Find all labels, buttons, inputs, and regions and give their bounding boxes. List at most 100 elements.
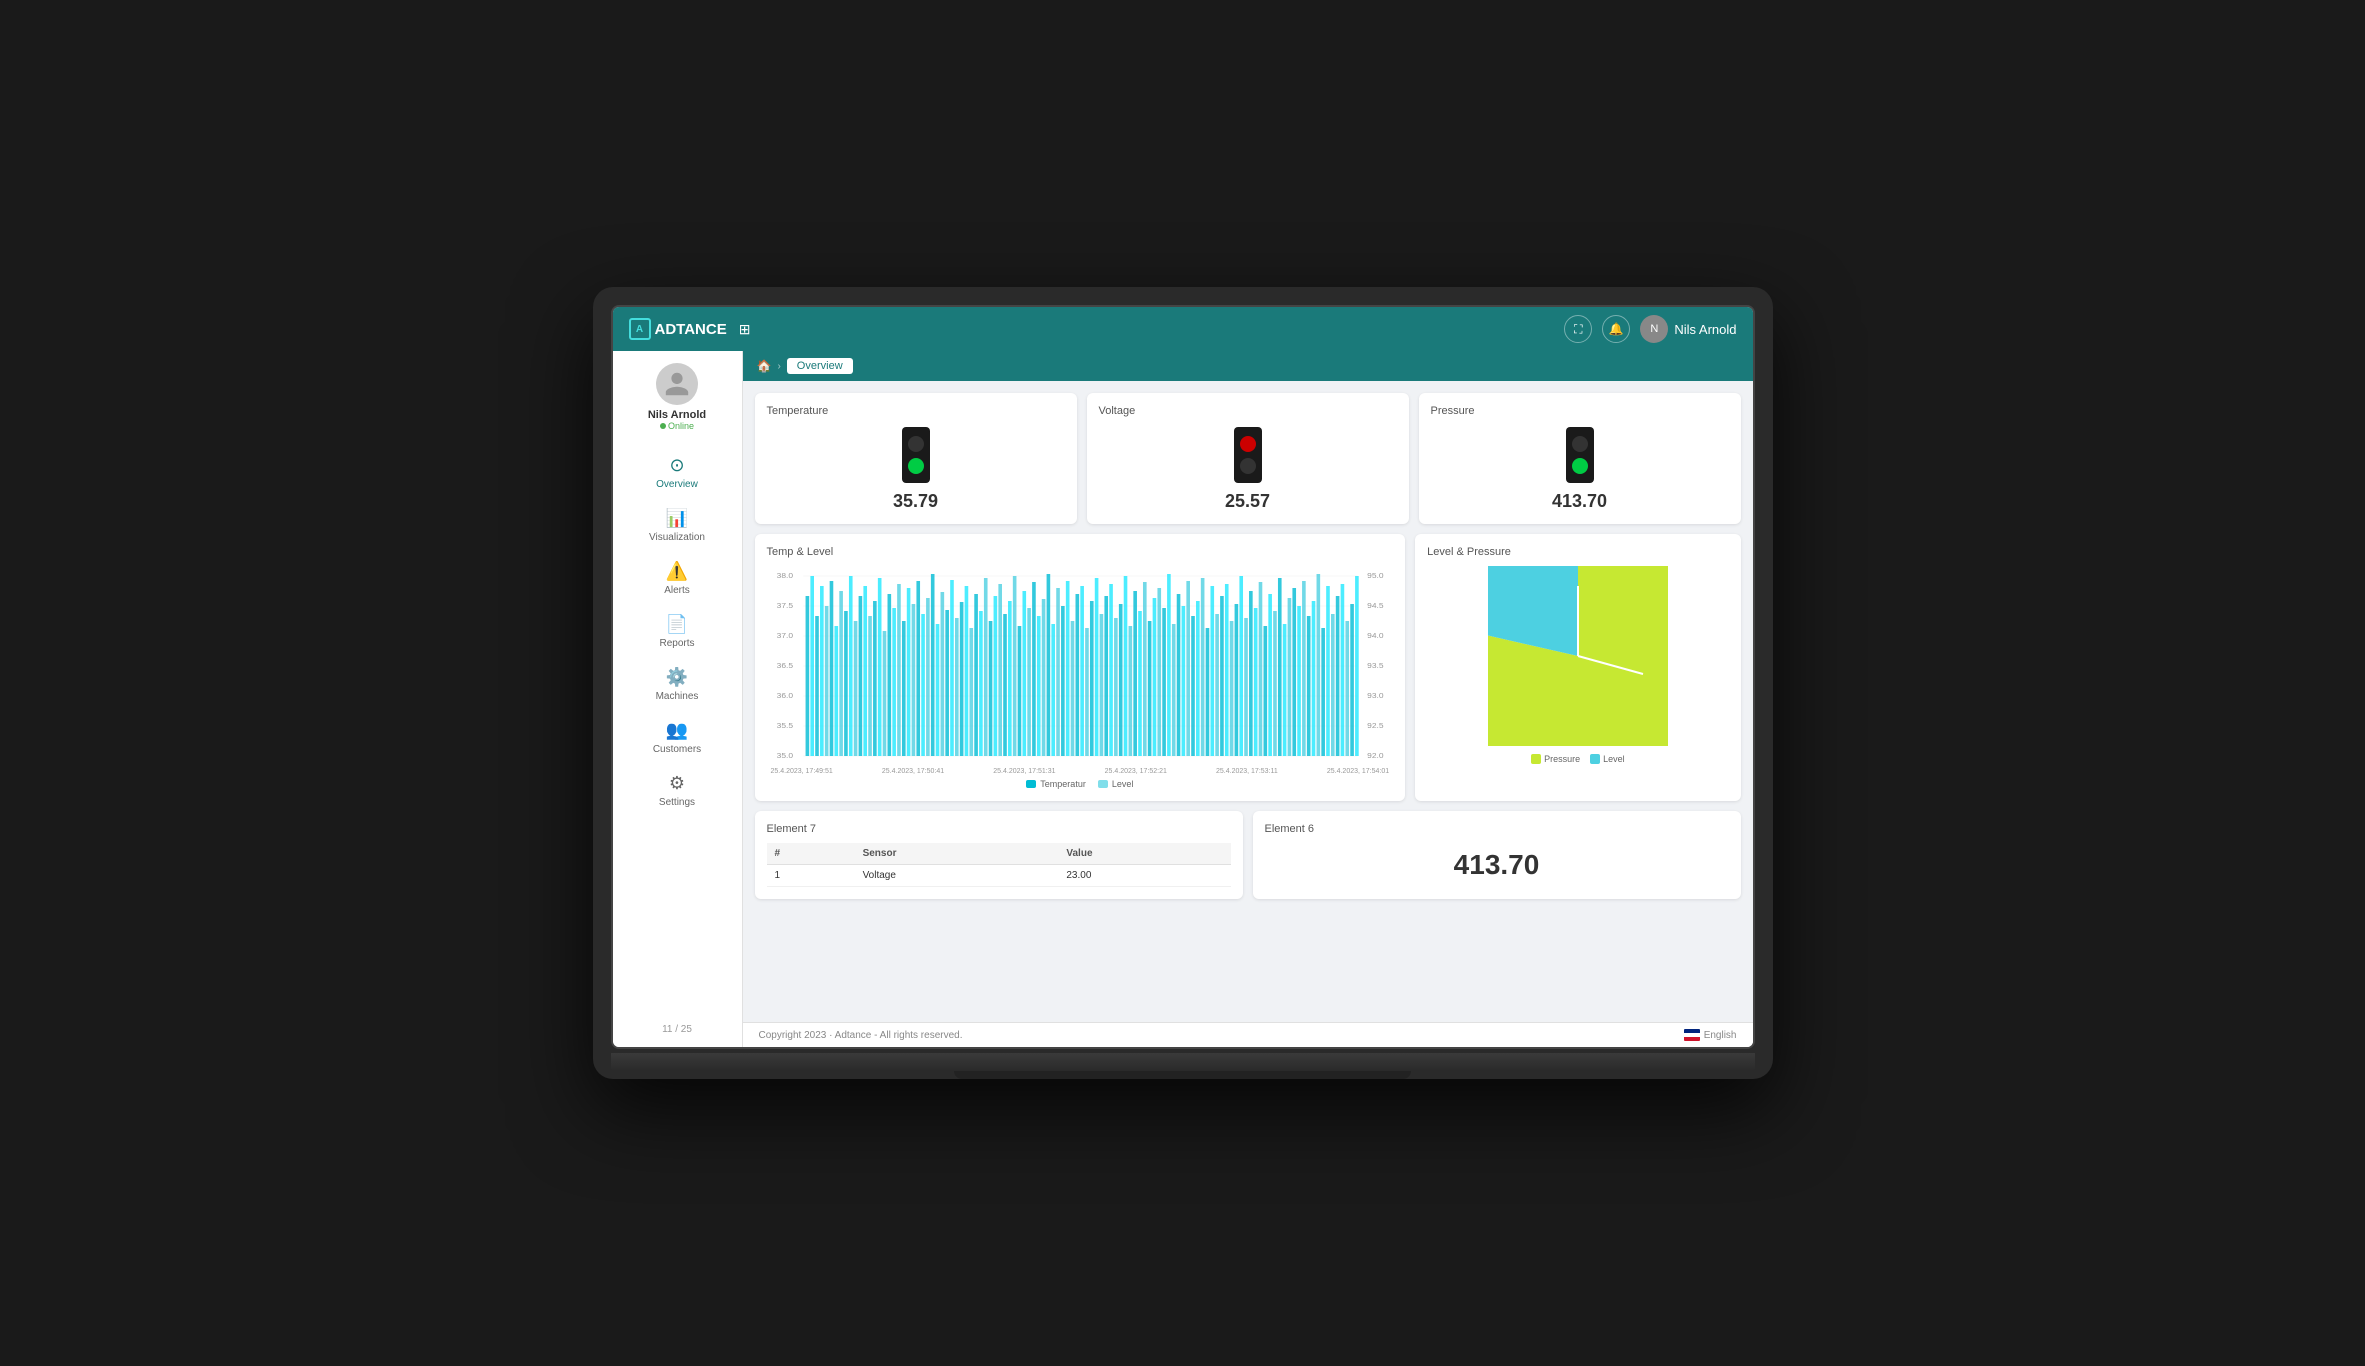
voltage-light (1234, 427, 1262, 483)
notification-icon[interactable]: 🔔 (1602, 315, 1630, 343)
pie-pressure-dot (1531, 754, 1541, 764)
sidebar-item-customers[interactable]: 👥 Customers (627, 712, 727, 763)
svg-text:36.5: 36.5 (776, 662, 792, 670)
nav-label-visualization: Visualization (649, 532, 705, 543)
element6-title: Element 6 (1265, 823, 1729, 835)
customers-icon: 👥 (666, 720, 688, 741)
element7-table: # Sensor Value 1 Voltage (767, 843, 1231, 887)
nav-label-alerts: Alerts (664, 585, 690, 596)
pie-container: Pressure Level (1427, 566, 1728, 786)
settings-icon: ⚙ (669, 773, 685, 794)
temperature-value: 35.79 (893, 491, 938, 512)
profile-name: Nils Arnold (648, 409, 706, 421)
x-label-2: 25.4.2023, 17:50:41 (882, 768, 944, 775)
pressure-title: Pressure (1431, 405, 1729, 417)
voltage-content: 25.57 (1099, 427, 1397, 512)
level-pressure-title: Level & Pressure (1427, 546, 1728, 558)
col-value: Value (1058, 843, 1230, 865)
table-row: 1 Voltage 23.00 (767, 865, 1231, 887)
x-label-6: 25.4.2023, 17:54:01 (1327, 768, 1389, 775)
profile-avatar (656, 363, 698, 405)
alerts-icon: ⚠️ (666, 561, 688, 582)
pressure-value: 413.70 (1552, 491, 1607, 512)
legend-temp-dot (1026, 780, 1036, 788)
nav-label-overview: Overview (656, 479, 698, 490)
charts-row: Temp & Level 38.0 37.5 37.0 36.5 36.0 (755, 534, 1741, 801)
legend-level-dot (1098, 780, 1108, 788)
tl-off-2 (1240, 458, 1256, 474)
svg-text:93.5: 93.5 (1367, 662, 1383, 670)
legend-level: Level (1098, 779, 1134, 789)
nav-label-machines: Machines (656, 691, 699, 702)
chart-legend: Temperatur Level (767, 779, 1394, 789)
bottom-row: Element 7 # Sensor Value (755, 811, 1741, 899)
breadcrumb-home-icon[interactable]: 🏠 (757, 359, 772, 373)
avatar: N (1640, 315, 1668, 343)
temp-level-chart-card: Temp & Level 38.0 37.5 37.0 36.5 36.0 (755, 534, 1406, 801)
breadcrumb: 🏠 › Overview (743, 351, 1753, 381)
element7-title: Element 7 (767, 823, 1231, 835)
language-label: English (1704, 1030, 1737, 1041)
sidebar-item-visualization[interactable]: 📊 Visualization (627, 500, 727, 551)
logo: A ADTANCE (629, 318, 727, 340)
sidebar-item-alerts[interactable]: ⚠️ Alerts (627, 553, 727, 604)
svg-text:35.0: 35.0 (776, 752, 792, 760)
top-bar-left: A ADTANCE ⊞ (629, 318, 751, 340)
svg-text:36.0: 36.0 (776, 692, 792, 700)
x-label-3: 25.4.2023, 17:51:31 (993, 768, 1055, 775)
row-value: 23.00 (1058, 865, 1230, 887)
level-pressure-chart-card: Level & Pressure (1415, 534, 1740, 801)
expand-icon[interactable]: ⊞ (739, 321, 751, 338)
svg-text:92.0: 92.0 (1367, 752, 1383, 760)
pressure-card: Pressure 413.70 (1419, 393, 1741, 524)
voltage-card: Voltage 25.57 (1087, 393, 1409, 524)
sidebar: Nils Arnold Online ⊙ Overview 📊 Visualiz… (613, 351, 743, 1047)
temperature-light (902, 427, 930, 483)
svg-text:93.0: 93.0 (1367, 692, 1383, 700)
x-labels: 25.4.2023, 17:49:51 25.4.2023, 17:50:41 … (767, 768, 1394, 775)
temperature-card: Temperature 35.79 (755, 393, 1077, 524)
pie-chart-svg (1488, 566, 1668, 746)
breadcrumb-current: Overview (787, 358, 853, 374)
top-bar: A ADTANCE ⊞ ⛶ 🔔 N Nils Arnold (613, 307, 1753, 351)
pressure-content: 413.70 (1431, 427, 1729, 512)
element7-card: Element 7 # Sensor Value (755, 811, 1243, 899)
sidebar-item-reports[interactable]: 📄 Reports (627, 606, 727, 657)
nav-label-settings: Settings (659, 797, 695, 808)
col-num: # (767, 843, 855, 865)
temp-level-title: Temp & Level (767, 546, 1394, 558)
svg-text:95.0: 95.0 (1367, 572, 1383, 580)
tl-green-2 (1572, 458, 1588, 474)
breadcrumb-separator: › (777, 361, 780, 372)
status-dot (660, 423, 666, 429)
sidebar-item-overview[interactable]: ⊙ Overview (627, 447, 727, 498)
x-label-5: 25.4.2023, 17:53:11 (1216, 768, 1278, 775)
temperature-title: Temperature (767, 405, 1065, 417)
user-info: N Nils Arnold (1640, 315, 1736, 343)
temperature-content: 35.79 (767, 427, 1065, 512)
pie-legend: Pressure Level (1531, 754, 1625, 764)
pie-legend-pressure: Pressure (1531, 754, 1580, 764)
svg-text:37.5: 37.5 (776, 602, 792, 610)
nav-label-customers: Customers (653, 744, 701, 755)
pie-level-dot (1590, 754, 1600, 764)
app-name: ADTANCE (655, 321, 727, 338)
svg-text:38.0: 38.0 (776, 572, 792, 580)
header-user-name: Nils Arnold (1674, 322, 1736, 337)
fullscreen-icon[interactable]: ⛶ (1564, 315, 1592, 343)
machines-icon: ⚙️ (666, 667, 688, 688)
x-label-1: 25.4.2023, 17:49:51 (771, 768, 833, 775)
svg-text:92.5: 92.5 (1367, 722, 1383, 730)
copyright-text: Copyright 2023 · Adtance - All rights re… (759, 1030, 963, 1041)
sidebar-item-settings[interactable]: ⚙ Settings (627, 765, 727, 816)
overview-icon: ⊙ (669, 455, 684, 476)
tl-off-3 (1572, 436, 1588, 452)
sidebar-pagination: 11 / 25 (662, 1024, 692, 1035)
bar-chart-svg: 38.0 37.5 37.0 36.5 36.0 35.5 35.0 95.0 (767, 566, 1394, 766)
svg-text:94.5: 94.5 (1367, 602, 1383, 610)
language-selector[interactable]: English (1684, 1029, 1737, 1041)
sidebar-item-machines[interactable]: ⚙️ Machines (627, 659, 727, 710)
profile-status: Online (660, 421, 694, 431)
legend-temp: Temperatur (1026, 779, 1086, 789)
user-profile: Nils Arnold Online (648, 363, 706, 431)
